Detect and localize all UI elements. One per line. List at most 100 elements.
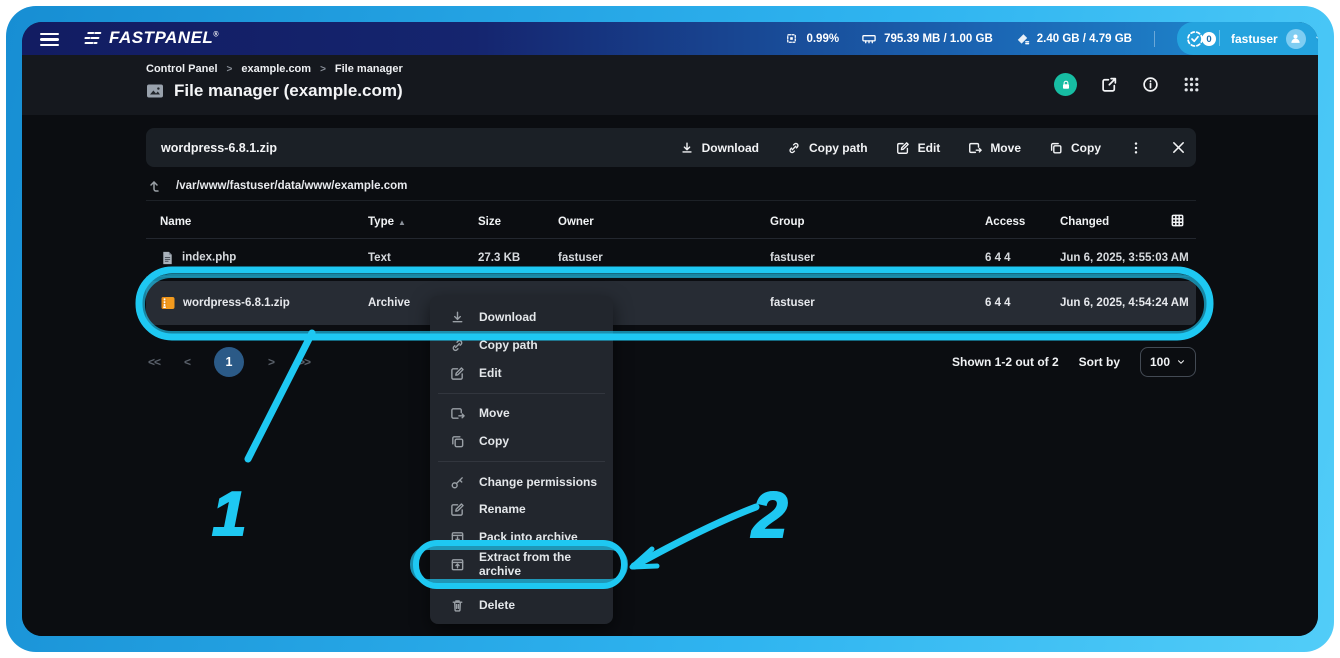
pagination: << < 1 > >> (148, 347, 310, 377)
column-settings-button[interactable] (1170, 213, 1185, 231)
copy-icon (450, 434, 465, 449)
app-panel: FASTPANEL® 0.99% 795.39 MB / 1.00 GB 2.4… (22, 22, 1318, 636)
breadcrumb: Control Panel > example.com > File manag… (146, 63, 403, 75)
column-size[interactable]: Size (478, 216, 501, 228)
system-stats: 0.99% 795.39 MB / 1.00 GB 2.40 GB / 4.79… (784, 22, 1155, 55)
download-button[interactable]: Download (680, 141, 759, 155)
download-icon (450, 310, 465, 325)
key-icon (450, 475, 465, 490)
menu-item-rename[interactable]: Rename (430, 495, 613, 523)
move-icon (968, 141, 982, 155)
ram-usage-stat: 795.39 MB / 1.00 GB (861, 31, 993, 46)
menu-item-pack-into-archive[interactable]: Pack into archive (430, 523, 613, 551)
file-group: fastuser (770, 297, 815, 309)
selected-file-toolbar: wordpress-6.8.1.zip Download Copy path E… (146, 128, 1196, 167)
notifications-button[interactable]: 0 (1185, 29, 1205, 54)
file-type: Archive (368, 297, 410, 309)
menu-item-move[interactable]: Move (430, 399, 613, 427)
text-file-icon (160, 250, 175, 265)
extract-archive-icon (450, 557, 465, 572)
brand-logo[interactable]: FASTPANEL® (82, 28, 219, 48)
cpu-icon (784, 31, 799, 46)
page-first-button[interactable]: << (148, 355, 160, 369)
file-name: index.php (182, 252, 236, 264)
cpu-usage-stat: 0.99% (784, 31, 839, 46)
page-prev-button[interactable]: < (184, 355, 190, 369)
copy-path-icon (450, 338, 465, 353)
breadcrumb-separator: > (320, 64, 326, 75)
menu-separator (438, 461, 605, 462)
page-size-select[interactable]: 100 (1140, 347, 1196, 377)
username-label: fastuser (1231, 32, 1278, 46)
table-header: Name Type▲ Size Owner Group Access Chang… (146, 205, 1196, 239)
close-icon[interactable] (1171, 140, 1186, 155)
breadcrumb-domain[interactable]: example.com (241, 63, 311, 75)
rename-icon (450, 502, 465, 517)
menu-item-edit[interactable]: Edit (430, 359, 613, 387)
delete-icon (450, 598, 465, 613)
file-access: 6 4 4 (985, 297, 1011, 309)
menu-separator (438, 393, 605, 394)
breadcrumb-control-panel[interactable]: Control Panel (146, 63, 218, 75)
sort-asc-icon: ▲ (398, 218, 406, 227)
file-changed: Jun 6, 2025, 3:55:03 AM (1060, 252, 1189, 264)
columns-icon (1170, 213, 1185, 228)
user-menu[interactable]: fastuser (1231, 22, 1318, 55)
table-row-selected[interactable]: wordpress-6.8.1.zip Archive fastuser 6 4… (146, 281, 1196, 325)
menu-item-copy-path[interactable]: Copy path (430, 331, 613, 359)
breadcrumb-separator: > (227, 64, 233, 75)
current-path[interactable]: /var/www/fastuser/data/www/example.com (176, 180, 407, 192)
page-header: Control Panel > example.com > File manag… (22, 55, 1318, 115)
column-name[interactable]: Name (160, 216, 191, 228)
move-button[interactable]: Move (968, 141, 1021, 155)
archive-file-icon (160, 295, 176, 311)
page-last-button[interactable]: >> (298, 355, 310, 369)
hamburger-menu-icon[interactable] (40, 30, 59, 49)
shown-count-label: Shown 1-2 out of 2 (952, 355, 1059, 369)
file-size: 27.3 KB (478, 252, 520, 264)
column-changed[interactable]: Changed (1060, 216, 1109, 228)
chevron-down-icon (1176, 357, 1186, 367)
breadcrumb-file-manager[interactable]: File manager (335, 63, 403, 75)
menu-item-copy[interactable]: Copy (430, 427, 613, 455)
copy-icon (1049, 141, 1063, 155)
disk-icon (1015, 31, 1030, 46)
copy-path-button[interactable]: Copy path (787, 141, 868, 155)
file-group: fastuser (770, 252, 815, 264)
info-icon[interactable] (1142, 76, 1159, 93)
path-bar: /var/www/fastuser/data/www/example.com (146, 172, 1196, 201)
column-owner[interactable]: Owner (558, 216, 594, 228)
column-type[interactable]: Type▲ (368, 216, 406, 228)
menu-item-extract-from-archive[interactable]: Extract from the archive (430, 550, 613, 578)
file-owner: fastuser (558, 252, 603, 264)
file-manager-icon (146, 82, 164, 100)
more-actions-kebab-icon[interactable] (1129, 140, 1143, 156)
copy-button[interactable]: Copy (1049, 141, 1101, 155)
edit-button[interactable]: Edit (896, 141, 941, 155)
header-actions (1054, 73, 1200, 96)
avatar (1286, 29, 1306, 49)
brand-name: FASTPANEL® (109, 28, 219, 48)
menu-item-change-permissions[interactable]: Change permissions (430, 468, 613, 496)
edit-icon (896, 141, 910, 155)
list-footer: Shown 1-2 out of 2 Sort by 100 (952, 347, 1196, 377)
page-next-button[interactable]: > (268, 355, 274, 369)
menu-item-download[interactable]: Download (430, 303, 613, 331)
open-site-icon[interactable] (1101, 76, 1118, 93)
column-group[interactable]: Group (770, 216, 805, 228)
toolbar-actions: Download Copy path Edit Move Copy (680, 140, 1186, 156)
column-access[interactable]: Access (985, 216, 1025, 228)
page-current-button[interactable]: 1 (214, 347, 244, 377)
table-row[interactable]: index.php Text 27.3 KB fastuser fastuser… (146, 239, 1196, 277)
file-changed: Jun 6, 2025, 4:54:24 AM (1060, 297, 1189, 309)
file-name: wordpress-6.8.1.zip (183, 297, 290, 309)
apps-grid-icon[interactable] (1183, 76, 1200, 93)
topbar-divider (1154, 31, 1155, 47)
file-type: Text (368, 252, 391, 264)
window-frame: FASTPANEL® 0.99% 795.39 MB / 1.00 GB 2.4… (6, 6, 1334, 652)
page-title: File manager (example.com) (174, 81, 403, 101)
up-directory-icon[interactable] (146, 178, 162, 194)
notification-badge: 0 (1202, 32, 1216, 46)
security-status-button[interactable] (1054, 73, 1077, 96)
menu-item-delete[interactable]: Delete (430, 591, 613, 619)
